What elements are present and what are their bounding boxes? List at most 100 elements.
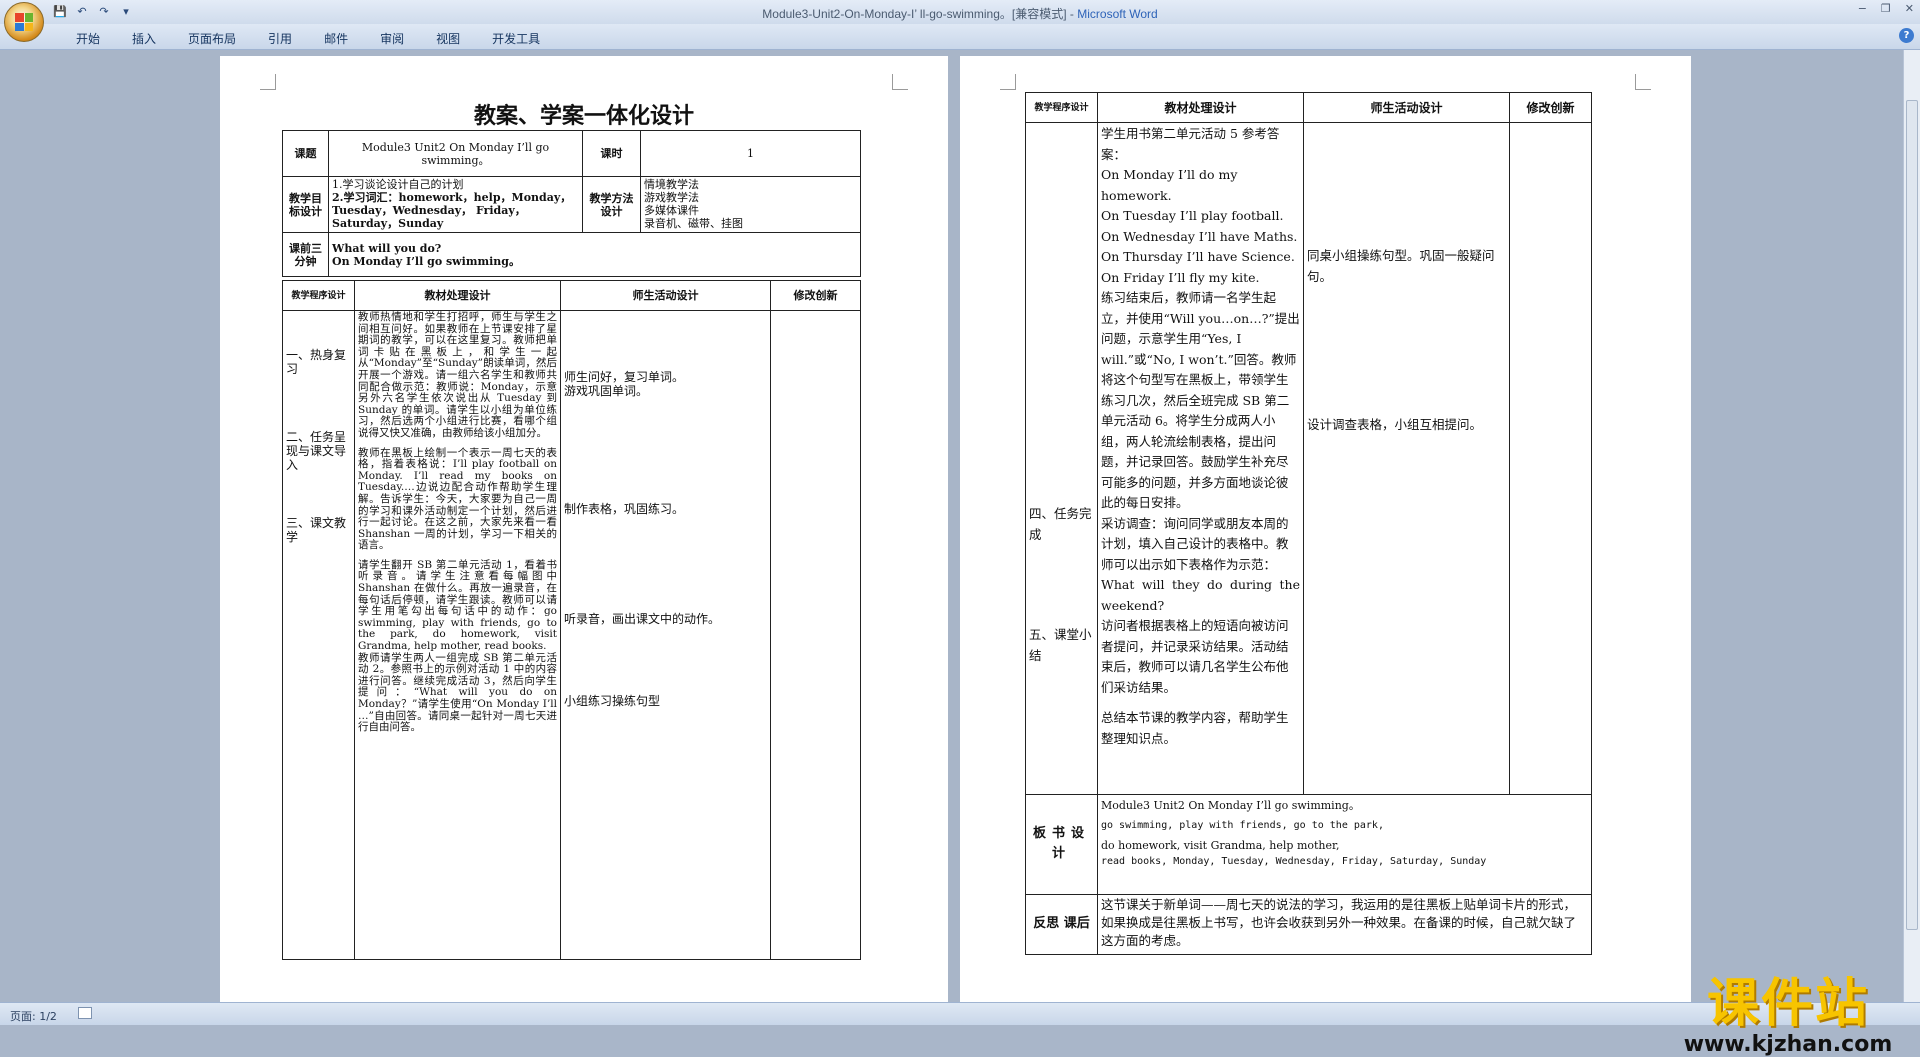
tab-references[interactable]: 引用 [252,30,308,48]
hours-value: 1 [640,130,861,177]
board-line: do homework, visit Grandma, help mother, [1101,838,1340,852]
close-button[interactable]: ✕ [1905,2,1914,15]
header-procedure: 教学程序设计 [282,280,355,311]
crop-mark [260,74,276,90]
method-item: 游戏教学法 [644,191,699,204]
warmup-label: 课前三分钟 [282,232,329,277]
warmup-line-2: On Monday I’ll go swimming。 [332,254,520,268]
steps-cell: 四、任务完成 五、课堂小结 [1025,122,1098,795]
scrollbar-thumb[interactable] [1906,100,1918,930]
ribbon: 开始 插入 页面布局 引用 邮件 审阅 视图 开发工具 ? [0,24,1920,50]
goal-2: 2.学习词汇：homework，help，Monday，Tuesday，Wedn… [332,191,572,230]
material-paragraph: 教师请学生两人一组完成 SB 第二单元活动 2。参照书上的示例对活动 1 中的内… [358,651,557,734]
board-line: go swimming, play with friends, go to th… [1101,819,1384,831]
method-label: 教学方法设计 [582,176,641,233]
header-material: 教材处理设计 [354,280,561,311]
ribbon-tabs: 开始 插入 页面布局 引用 邮件 审阅 视图 开发工具 [60,30,556,48]
method-item: 情境教学法 [644,178,699,191]
board-line: read books, Monday, Tuesday, Wednesday, … [1101,855,1487,867]
header-revision: 修改创新 [770,280,861,311]
crop-mark [892,74,908,90]
step-text: 三、课文教学 [286,516,347,544]
material-line: 总结本节课的教学内容，帮助学生整理知识点。 [1101,710,1289,746]
material-line: 学生用书第二单元活动 5 参考答案： [1101,126,1280,162]
window-controls: − ❐ ✕ [1858,2,1914,15]
header-procedure: 教学程序设计 [1025,91,1098,124]
activity-item: 游戏巩固单词。 [564,384,649,398]
app-name: Microsoft Word [1077,7,1158,21]
board-label: 板书设计 [1025,793,1098,895]
window-title: Module3-Unit2-On-Monday-I’ ll-go-swimmin… [0,5,1920,22]
revision-cell [1509,122,1592,795]
activity-item: 听录音，画出课文中的动作。 [564,612,721,626]
goals-label: 教学目标设计 [282,176,329,233]
procedure-table-1: 教学程序设计 教材处理设计 师生活动设计 修改创新 一、热身复习 二、任务呈现与… [282,280,861,960]
step-complete: 四、任务完成 [1029,506,1092,542]
restore-button[interactable]: ❐ [1881,2,1891,15]
watermark-url: www.kjzhan.com [1683,1032,1893,1057]
title-bar: 💾 ↶ ↷ ▾ Module3-Unit2-On-Monday-I’ ll-go… [0,0,1920,24]
procedure-table-2: 教学程序设计 教材处理设计 师生活动设计 修改创新 四、任务完成 五、课堂小结 … [1025,91,1592,956]
material-line: On Monday I’ll do my homework. [1101,167,1238,203]
page-title: 教案、学案一体化设计 [473,104,694,129]
step-task: 二、任务呈现与课文导入 [286,430,347,472]
material-line: On Friday I’ll fly my kite. [1101,269,1260,285]
crop-mark [1635,74,1651,90]
activity-item: 小组练习操练句型 [564,694,661,708]
vertical-scrollbar[interactable] [1903,50,1920,1002]
step-summary: 五、课堂小结 [1029,627,1092,663]
steps-cell: 一、热身复习 二、任务呈现与课文导入 三、课文教学 [282,310,355,960]
board-content: Module3 Unit2 On Monday I’ll go swimming… [1097,793,1592,895]
material-line: On Tuesday I’ll play football. [1101,208,1284,224]
header-activity: 师生活动设计 [1303,91,1510,124]
document-workspace: 教案、学案一体化设计 课题 Module3 Unit2 On Monday I’… [0,50,1920,1056]
reflection-label: 反思 课后 [1025,893,1098,956]
header-material: 教材处理设计 [1097,91,1304,124]
material-line: 访问者根据表格上的短语向被访问者提问，并记录采访结果。活动结束后，教师可以请几名… [1101,618,1289,695]
goal-1: 1.学习谈论设计自己的计划 [332,178,464,191]
goals-cell: 1.学习谈论设计自己的计划 2.学习词汇：homework，help，Monday… [328,176,583,233]
document-name: Module3-Unit2-On-Monday-I’ ll-go-swimmin… [762,7,1078,21]
tab-review[interactable]: 审阅 [364,30,420,48]
help-icon[interactable]: ? [1899,28,1914,43]
board-line: Module3 Unit2 On Monday I’ll go swimming… [1101,798,1360,812]
watermark-text: 课件站 [1706,974,1869,1034]
lesson-label: 课题 [282,130,329,177]
activity-item: 制作表格，巩固练习。 [564,502,685,516]
activity-cell: 同桌小组操练句型。巩固一般疑问句。 设计调查表格，小组互相提问。 [1303,122,1510,795]
material-paragraph: 请学生翻开 SB 第二单元活动 1，看着书听录音。请学生注意看每幅图中 Shan… [358,558,557,653]
page-counter[interactable]: 页面: 1/2 [10,1008,57,1024]
watermark-logo: 课件站 www.kjzhan.com [1668,974,1908,1056]
material-cell: 教师热情地和学生打招呼，师生与学生之间相互问好。如果教师在上节课安排了星期词的教… [354,310,561,960]
document-page-1[interactable]: 教案、学案一体化设计 课题 Module3 Unit2 On Monday I’… [220,56,948,1002]
material-line: On Thursday I’ll have Science. [1101,249,1295,265]
office-logo-icon [15,13,33,31]
tab-page-layout[interactable]: 页面布局 [172,30,252,48]
revision-cell [770,310,861,960]
tab-mailings[interactable]: 邮件 [308,30,364,48]
header-activity: 师生活动设计 [560,280,771,311]
lesson-info-table: 课题 Module3 Unit2 On Monday I’ll go swimm… [282,130,861,277]
proofing-icon[interactable] [78,1007,92,1019]
header-revision: 修改创新 [1509,91,1592,124]
warmup-line-1: What will you do? [332,241,442,255]
reflection-content: 这节课关于新单词——周七天的说法的学习，我运用的是往黑板上贴单词卡片的形式，如果… [1097,893,1592,956]
material-paragraph: 教师热情地和学生打招呼，师生与学生之间相互问好。如果教师在上节课安排了星期词的教… [358,311,557,439]
material-cell: 学生用书第二单元活动 5 参考答案： On Monday I’ll do my … [1097,122,1304,795]
activity-item: 师生问好，复习单词。 [564,370,685,384]
activity-item: 设计调查表格，小组互相提问。 [1307,417,1483,433]
lesson-value: Module3 Unit2 On Monday I’ll go swimming… [328,130,583,177]
tab-home[interactable]: 开始 [60,30,116,48]
activity-item: 同桌小组操练句型。巩固一般疑问句。 [1307,248,1495,284]
minimize-button[interactable]: − [1858,2,1867,15]
office-button[interactable] [4,2,44,42]
tab-developer[interactable]: 开发工具 [476,30,556,48]
methods-cell: 情境教学法 游戏教学法 多媒体课件 录音机、磁带、挂图 [640,176,861,233]
document-page-2[interactable]: 教学程序设计 教材处理设计 师生活动设计 修改创新 四、任务完成 五、课堂小结 … [960,56,1691,1002]
material-line: 练习结束后，教师请一名学生起立，并使用“Will you…on…?”提出问题，示… [1101,290,1300,511]
tab-insert[interactable]: 插入 [116,30,172,48]
status-bar: 页面: 1/2 [0,1002,1920,1025]
tab-view[interactable]: 视图 [420,30,476,48]
warmup-content: What will you do? On Monday I’ll go swimm… [328,232,861,277]
material-line: On Wednesday I’ll have Maths. [1101,228,1298,244]
